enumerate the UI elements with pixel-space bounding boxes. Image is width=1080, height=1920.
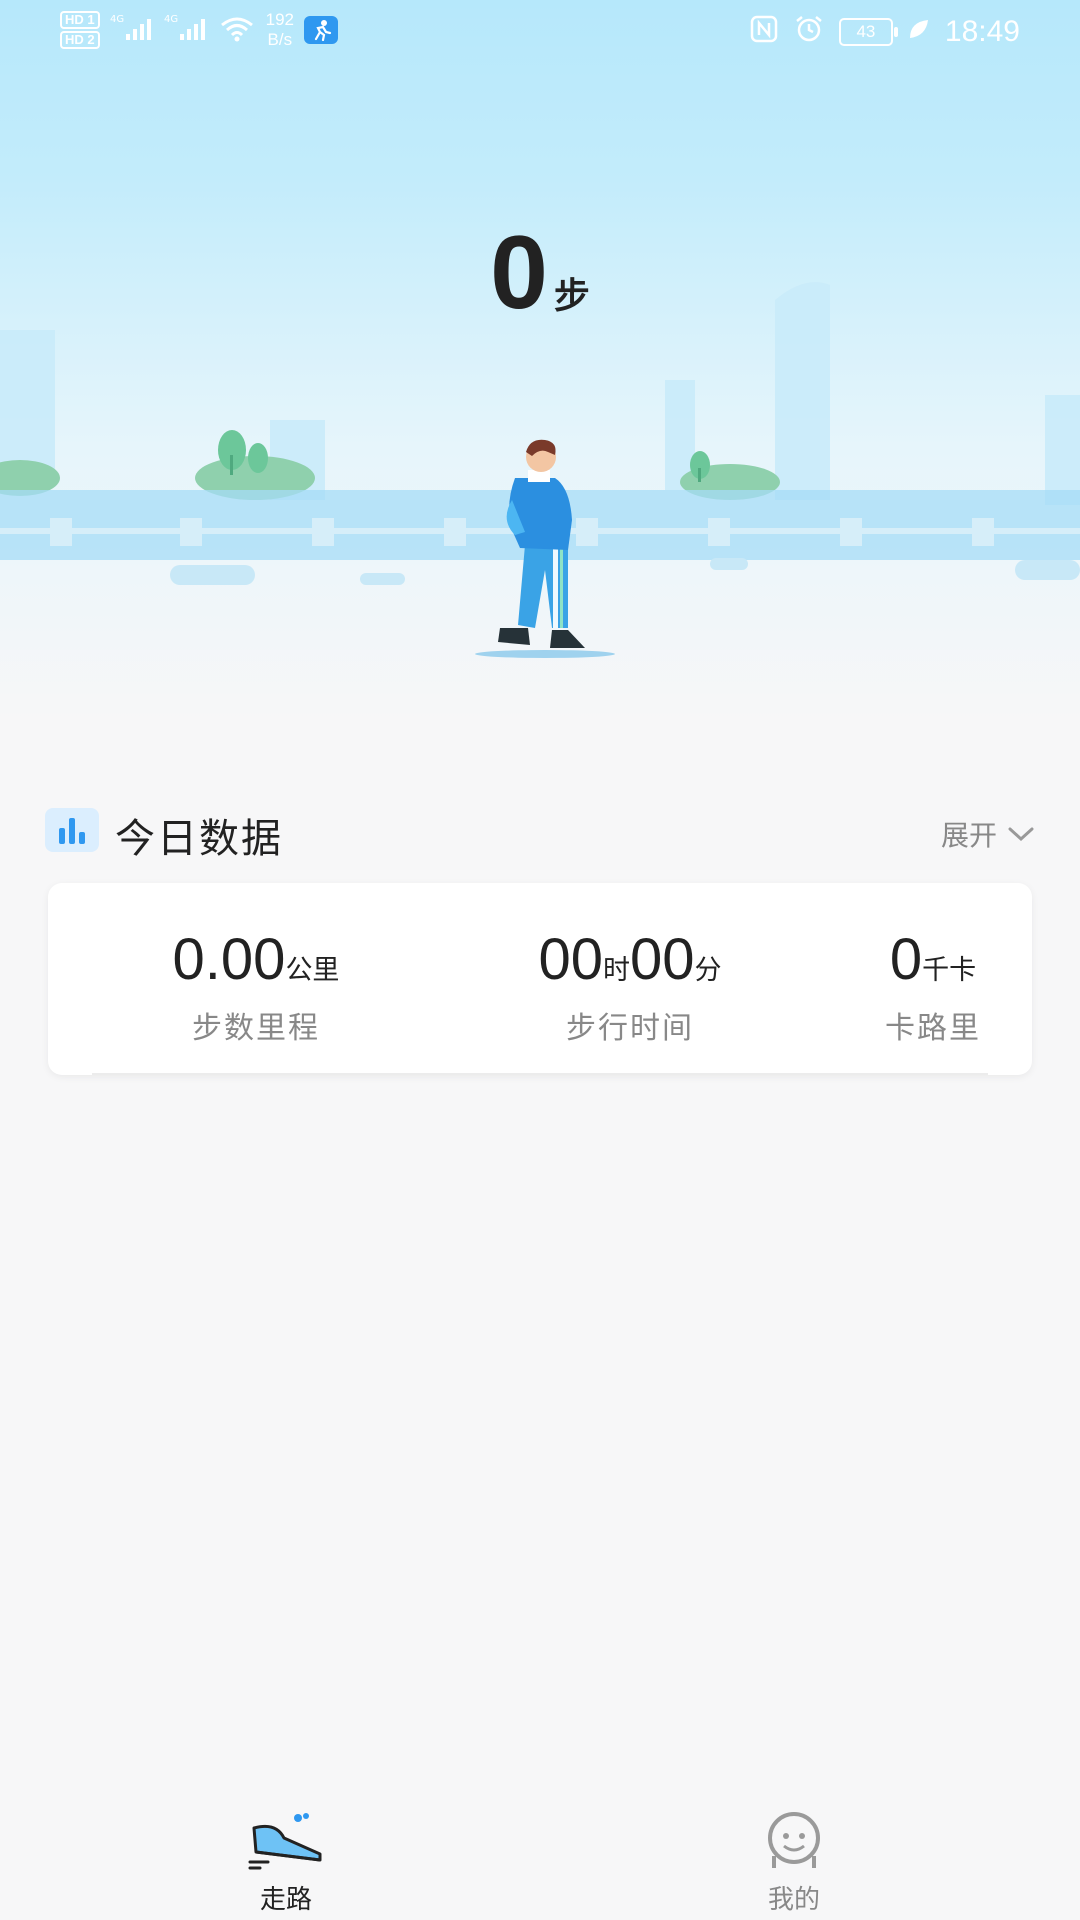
tab-mine-label: 我的 bbox=[767, 1884, 820, 1914]
step-unit: 步 bbox=[553, 275, 590, 316]
step-count: 0 bbox=[490, 215, 548, 331]
tab-mine[interactable]: 我的 bbox=[724, 1812, 864, 1916]
running-app-icon bbox=[304, 16, 338, 44]
status-bar: HD 1 HD 2 4G 4G 192 B/s 43 18:49 bbox=[0, 0, 1080, 64]
tab-walk[interactable]: 走路 bbox=[216, 1812, 356, 1916]
card-divider bbox=[92, 1073, 988, 1075]
hours-value: 00 bbox=[538, 927, 603, 992]
walk-time-label: 步行时间 bbox=[566, 1012, 694, 1045]
distance-unit: 公里 bbox=[285, 955, 340, 985]
section-title: 今日数据 bbox=[115, 817, 283, 861]
calories-stat: 0千卡 卡路里 bbox=[858, 927, 1008, 1047]
today-stats-card: 0.00公里 步数里程 00时00分 步行时间 0千卡 卡路里 bbox=[48, 883, 1032, 1075]
signal-2-icon: 4G bbox=[164, 12, 208, 49]
hours-unit: 时 bbox=[603, 955, 630, 985]
distance-value: 0.00 bbox=[172, 927, 286, 992]
distance-stat: 0.00公里 步数里程 bbox=[106, 927, 406, 1047]
network-speed-value: 192 bbox=[265, 10, 294, 29]
battery-indicator: 43 bbox=[838, 17, 898, 46]
sim-2-badge: HD 2 bbox=[60, 31, 100, 49]
chevron-down-icon bbox=[1007, 818, 1035, 850]
network-speed: 192 B/s bbox=[266, 10, 294, 50]
tab-walk-label: 走路 bbox=[259, 1884, 312, 1914]
expand-toggle[interactable]: 展开 bbox=[941, 814, 1035, 854]
city-walker-illustration bbox=[0, 282, 1080, 658]
calories-label: 卡路里 bbox=[885, 1012, 981, 1045]
sim-badges: HD 1 HD 2 bbox=[60, 11, 100, 49]
minutes-value: 00 bbox=[630, 927, 695, 992]
leaf-icon bbox=[907, 17, 931, 46]
calories-unit: 千卡 bbox=[922, 955, 977, 985]
smile-face-icon bbox=[724, 1812, 864, 1875]
network-1-label: 4G bbox=[110, 14, 124, 25]
alarm-icon bbox=[793, 14, 825, 49]
wifi-icon bbox=[218, 13, 256, 48]
minutes-unit: 分 bbox=[694, 955, 722, 985]
clock-time: 18:49 bbox=[944, 14, 1020, 48]
signal-1-icon: 4G bbox=[110, 12, 154, 49]
sim-1-badge: HD 1 bbox=[60, 11, 100, 29]
shoe-icon bbox=[216, 1812, 356, 1875]
today-section-header: 今日数据 展开 bbox=[45, 804, 1035, 864]
calories-value: 0 bbox=[889, 927, 923, 992]
bar-chart-icon bbox=[45, 808, 99, 852]
expand-label: 展开 bbox=[940, 820, 997, 851]
hero-scene: HD 1 HD 2 4G 4G 192 B/s 43 18:49 0 步 bbox=[0, 0, 1080, 720]
step-counter: 0步 bbox=[0, 218, 1080, 328]
nfc-icon bbox=[749, 14, 779, 49]
walk-time-stat: 00时00分 步行时间 bbox=[460, 927, 800, 1047]
network-2-label: 4G bbox=[164, 14, 178, 25]
bottom-tab-bar: 走路 我的 bbox=[0, 1800, 1080, 1920]
network-speed-unit: B/s bbox=[267, 30, 293, 49]
distance-label: 步数里程 bbox=[192, 1012, 320, 1045]
